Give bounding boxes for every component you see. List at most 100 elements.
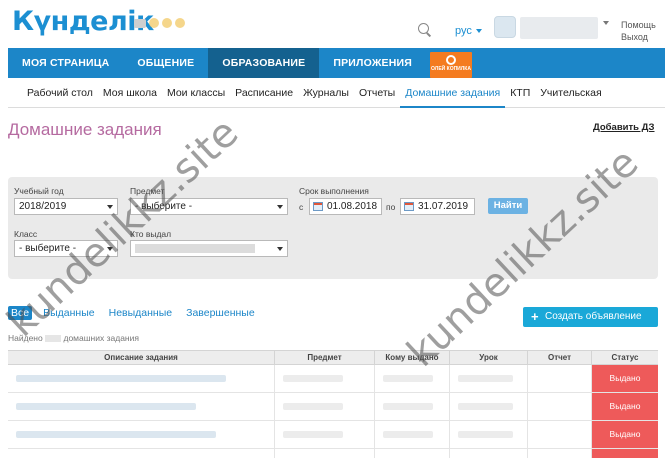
logout-link[interactable]: Выход (621, 31, 656, 43)
cell-description[interactable] (8, 365, 275, 392)
user-name-blurred[interactable] (520, 17, 598, 39)
create-announcement-button[interactable]: + Создать объявление (523, 307, 658, 327)
tab-all[interactable]: Все (8, 306, 33, 320)
subnav-journals[interactable]: Журналы (298, 78, 354, 108)
cell-subject (275, 449, 375, 458)
cell-report (528, 365, 592, 392)
table-row[interactable]: Выдано (8, 365, 658, 393)
issuer-select[interactable] (130, 240, 288, 257)
tab-not-issued[interactable]: Невыданные (106, 306, 176, 320)
main-nav: МОЯ СТРАНИЦА ОБЩЕНИЕ ОБРАЗОВАНИЕ ПРИЛОЖЕ… (8, 48, 665, 78)
cell-report (528, 449, 592, 458)
date-to-input[interactable]: 31.07.2019 (400, 198, 475, 215)
cell-assigned (375, 393, 450, 420)
cell-description[interactable] (8, 421, 275, 448)
cell-lesson (450, 421, 528, 448)
cell-lesson (450, 393, 528, 420)
chat-icon[interactable] (134, 18, 146, 28)
cell-description[interactable] (8, 393, 275, 420)
status-badge: Выдано (592, 449, 658, 458)
cell-assigned (375, 421, 450, 448)
year-select[interactable]: 2018/2019 (14, 198, 118, 215)
col-report[interactable]: Отчет (528, 351, 592, 364)
nav-communication[interactable]: ОБЩЕНИЕ (123, 48, 208, 78)
nav-my-page[interactable]: МОЯ СТРАНИЦА (8, 48, 123, 78)
date-to-value: 31.07.2019 (418, 201, 469, 212)
date-to-label: по (386, 202, 396, 212)
status-badge: Выдано (592, 393, 658, 420)
cell-subject (275, 365, 375, 392)
add-homework-link[interactable]: Добавить ДЗ (593, 122, 655, 133)
subnav-ktp[interactable]: КТП (505, 78, 535, 108)
chevron-down-icon (107, 205, 113, 209)
notification-dot-icon (149, 18, 159, 28)
nav-education[interactable]: ОБРАЗОВАНИЕ (208, 48, 320, 78)
notification-indicators[interactable] (134, 18, 185, 28)
notification-dot-icon (162, 18, 172, 28)
promo-label: ОЛЕЙ КОПИЛКА (431, 66, 471, 72)
create-announcement-label: Создать объявление (545, 311, 642, 322)
found-prefix: Найдено (8, 333, 43, 343)
subnav-my-school[interactable]: Моя школа (98, 78, 162, 108)
chevron-down-icon (277, 247, 283, 251)
table-row[interactable]: Выдано (8, 421, 658, 449)
calendar-icon[interactable] (313, 202, 323, 211)
brand-logo[interactable]: Күнделік (12, 6, 154, 37)
find-button[interactable]: Найти (488, 198, 528, 214)
search-icon[interactable] (418, 23, 429, 34)
class-select[interactable]: - выберите - (14, 240, 118, 257)
help-link[interactable]: Помощь (621, 19, 656, 31)
homework-table: Описание задания Предмет Кому выдано Уро… (8, 350, 658, 458)
subnav-teachers-room[interactable]: Учительская (535, 78, 606, 108)
subnav-my-classes[interactable]: Мои классы (162, 78, 230, 108)
col-assigned-to[interactable]: Кому выдано (375, 351, 450, 364)
status-badge: Выдано (592, 421, 658, 448)
tab-completed[interactable]: Завершенные (183, 306, 258, 320)
col-description[interactable]: Описание задания (8, 351, 275, 364)
table-row[interactable]: Выдано (8, 393, 658, 421)
col-lesson[interactable]: Урок (450, 351, 528, 364)
subject-select[interactable]: - выберите - (130, 198, 288, 215)
subject-label: Предмет (130, 186, 165, 196)
chevron-down-icon[interactable] (603, 21, 609, 25)
class-label: Класс (14, 229, 38, 239)
col-status[interactable]: Статус (592, 351, 658, 364)
subnav-schedule[interactable]: Расписание (230, 78, 298, 108)
found-count: Найдено домашних задания (8, 333, 139, 343)
status-tabs: Все Выданные Невыданные Завершенные (8, 306, 258, 320)
cell-lesson (450, 449, 528, 458)
year-select-value: 2018/2019 (19, 201, 67, 212)
table-row[interactable]: Выдано (8, 449, 658, 458)
issuer-value-blurred (135, 243, 255, 253)
calendar-icon[interactable] (404, 202, 414, 211)
cell-subject (275, 421, 375, 448)
cell-assigned (375, 365, 450, 392)
cell-report (528, 393, 592, 420)
col-subject[interactable]: Предмет (275, 351, 375, 364)
cell-lesson (450, 365, 528, 392)
cell-assigned (375, 449, 450, 458)
nav-apps[interactable]: ПРИЛОЖЕНИЯ (319, 48, 426, 78)
notification-dot-icon (175, 18, 185, 28)
class-select-value: - выберите - (19, 243, 77, 254)
subnav-desktop[interactable]: Рабочий стол (22, 78, 98, 108)
cell-description[interactable] (8, 449, 275, 458)
tab-issued[interactable]: Выданные (40, 306, 98, 320)
date-from-label: с (299, 202, 304, 212)
top-header: Күнделік рус Помощь Выход (0, 0, 665, 48)
chevron-down-icon (107, 247, 113, 251)
chevron-down-icon[interactable] (476, 29, 482, 33)
subnav-reports[interactable]: Отчеты (354, 78, 400, 108)
issuer-label: Кто выдал (130, 229, 172, 239)
date-from-value: 01.08.2018 (327, 201, 378, 212)
avatar[interactable] (494, 16, 516, 38)
promo-badge[interactable]: ОЛЕЙ КОПИЛКА (430, 52, 472, 78)
date-from-input[interactable]: 01.08.2018 (309, 198, 382, 215)
table-header: Описание задания Предмет Кому выдано Уро… (8, 350, 658, 365)
language-selector[interactable]: рус (455, 25, 472, 37)
subnav-homework[interactable]: Домашние задания (400, 78, 506, 108)
sub-nav: Рабочий стол Моя школа Мои классы Распис… (8, 78, 665, 108)
found-suffix: домашних задания (63, 333, 139, 343)
chevron-down-icon (277, 205, 283, 209)
coin-icon (446, 55, 456, 65)
